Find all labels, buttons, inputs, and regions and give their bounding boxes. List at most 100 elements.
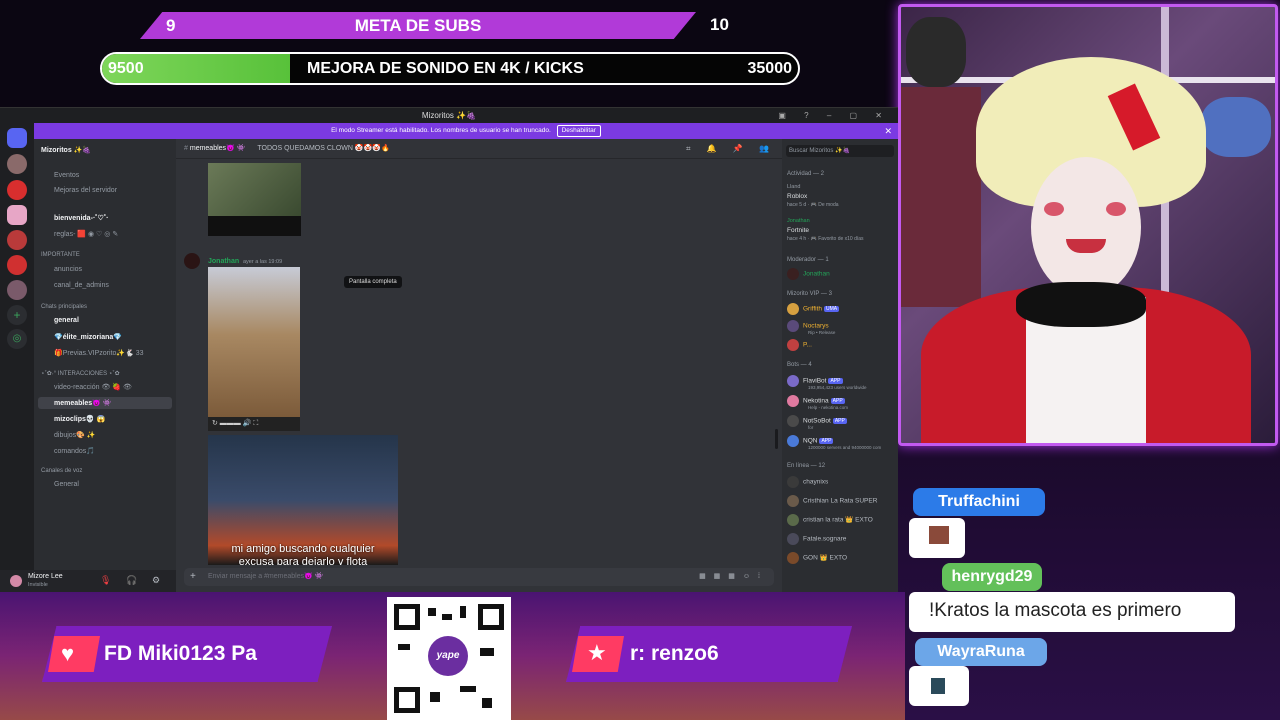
yape-logo: yape [428, 636, 468, 676]
fullscreen-tooltip: Pantalla completa [344, 276, 402, 288]
add-attachment-icon[interactable]: + [190, 568, 196, 586]
events-link[interactable]: Eventos [54, 172, 79, 179]
bot-item[interactable]: NotSoBot APP [787, 415, 847, 427]
close-icon[interactable]: ✕ [884, 123, 892, 139]
subs-goal-title: META DE SUBS [354, 16, 482, 35]
app-tag: APP [830, 398, 845, 404]
chat-username: WayraRuna [915, 638, 1047, 666]
member-name: cristian la rata 👑 EXTO [803, 516, 873, 524]
search-input[interactable]: Buscar Mizoritos ✨🍇 [786, 145, 894, 157]
server-name[interactable]: Mizoritos ✨🍇 [41, 146, 91, 154]
channel-item[interactable]: reglas- 🟥 ◉ ♡ ◎ ✎ [54, 230, 118, 238]
member-item[interactable]: Griffith UMA [787, 303, 840, 315]
video-attachment-2[interactable]: mi amigo buscando cualquier excusa para … [208, 435, 398, 565]
video-controls[interactable]: ↻ ▬▬▬ 🔊 ⛶ [208, 417, 300, 431]
streamer-mode-banner: El modo Streamer está habilitado. Los no… [34, 123, 898, 139]
member-item[interactable]: Fatale.sognare [787, 533, 846, 545]
message-author[interactable]: Jonathan [208, 258, 239, 265]
member-item[interactable]: Cristhian La Rata SUPER [787, 495, 877, 507]
ticker-text: r: renzo6 [630, 642, 719, 665]
channel-header: # memeables😈 👾 TODOS QUEDAMOS CLOWN 🤡🤡🤡🔥… [176, 139, 782, 159]
member-item[interactable]: cristian la rata 👑 EXTO [787, 514, 873, 526]
member-category: Actividad — 2 [787, 171, 825, 177]
member-name: GON 👑 EXTO [803, 554, 848, 562]
chat-message-emote [909, 518, 965, 558]
member-activity: hace 4 h · 🎮 Favorito de x10 días [787, 236, 864, 242]
avatar[interactable] [184, 253, 200, 269]
channel-item[interactable]: video-reacción 👁 🍓 👁 [54, 383, 132, 391]
input-placeholder: Enviar mensaje a #memeables😈 👾 [208, 573, 324, 580]
kicks-goal-title: MEJORA DE SONIDO EN 4K / KICKS [307, 60, 584, 77]
channel-topic[interactable]: TODOS QUEDAMOS CLOWN 🤡🤡🤡🔥 [257, 145, 389, 152]
headphones-icon[interactable]: 🎧 [126, 575, 137, 586]
category-label[interactable]: Canales de voz [41, 468, 82, 474]
channel-item[interactable]: bienvenida-‧˚♡˚‧ [54, 214, 108, 222]
server-icon[interactable] [7, 205, 27, 225]
member-item[interactable]: P... [787, 339, 812, 351]
member-name: Nekotina [803, 397, 829, 405]
member-list: Buscar Mizoritos ✨🍇 Actividad — 2 Lland … [782, 139, 898, 592]
channel-item[interactable]: comandos🎵 [54, 447, 95, 455]
explore-icon[interactable]: ◎ [7, 329, 27, 349]
channel-item-active[interactable]: memeables😈 👾 [54, 399, 112, 407]
scrollbar[interactable] [775, 429, 778, 449]
voice-channel-item[interactable]: General [54, 481, 79, 488]
app-tag: APP [828, 378, 843, 384]
mute-icon[interactable]: 🎙 [100, 575, 111, 586]
channel-item[interactable]: 🎁Previas.VIPzorito✨🐇 33 [54, 349, 144, 357]
channel-item[interactable]: general [54, 317, 79, 324]
bot-status: 1200000 servers and 94000000 com [808, 445, 882, 450]
input-toolbar-icons[interactable]: ▦▦▦☺⁞ [699, 568, 768, 586]
member-game: Fortnite [787, 227, 810, 234]
avatar[interactable] [10, 575, 22, 587]
member-name: Fatale.sognare [803, 535, 847, 543]
category-label[interactable]: Chats principales [41, 304, 87, 310]
kicks-goal-current: 9500 [108, 60, 144, 77]
member-item[interactable]: GON 👑 EXTO [787, 552, 847, 564]
member-name[interactable]: Jonathan [787, 218, 810, 224]
member-status: Rip • Release [808, 330, 836, 335]
message-input[interactable]: + Enviar mensaje a #memeables😈 👾 ▦▦▦☺⁞ [184, 568, 774, 586]
category-label[interactable]: IMPORTANTE [41, 252, 80, 258]
member-item[interactable]: chaynixs [787, 476, 828, 488]
channel-sidebar: Mizoritos ✨🍇 Eventos Mejoras del servido… [34, 139, 176, 570]
member-name[interactable]: Lland [787, 184, 800, 190]
server-list: + ◎ [0, 123, 34, 570]
boost-link[interactable]: Mejoras del servidor [54, 187, 117, 194]
video-attachment[interactable] [208, 267, 300, 417]
user-panel: Mizore Lee Invisible 🎙 🎧 ⚙ [0, 570, 176, 592]
server-icon[interactable] [7, 154, 27, 174]
member-tag: UMA [824, 306, 840, 312]
heart-glyph: ♥ [61, 641, 75, 666]
member-name: P... [803, 341, 812, 349]
member-name: Griffith [803, 305, 823, 313]
channel-item[interactable]: mizoclips💀 😱 [54, 415, 105, 423]
server-icon[interactable] [7, 230, 27, 250]
server-icon[interactable] [7, 255, 27, 275]
chat-message-emote [909, 666, 969, 706]
ticker-text: FD Miki0123 Pa [104, 642, 257, 665]
channel-item[interactable]: canal_de_admins [54, 282, 109, 289]
channel-item[interactable]: dibujos🎨 ✨ [54, 431, 96, 439]
gear-icon[interactable]: ⚙ [152, 575, 160, 586]
add-server-icon[interactable]: + [7, 305, 27, 325]
category-label[interactable]: ⋆˚✿˖° INTERACCIONES ⋆˚✿ [41, 370, 120, 377]
kicks-goal-bar: 9500 MEJORA DE SONIDO EN 4K / KICKS 3500… [100, 52, 800, 85]
disable-streamer-button[interactable]: Deshabilitar [556, 125, 601, 137]
member-name: NQN [803, 437, 818, 445]
server-icon[interactable] [7, 280, 27, 300]
member-item[interactable]: Jonathan [787, 268, 830, 280]
server-icon[interactable] [7, 180, 27, 200]
member-game: Roblox [787, 193, 808, 200]
bot-status: for [808, 425, 814, 430]
window-controls[interactable]: ▣ ? – ▢ ✕ [778, 108, 890, 123]
channel-item[interactable]: 💎élite_mizoriana💎 [54, 333, 122, 341]
subs-goal-bar: 9 META DE SUBS [140, 12, 696, 39]
discord-home-icon[interactable] [7, 128, 27, 148]
meme-image[interactable] [208, 163, 301, 216]
channel-item[interactable]: anuncios [54, 266, 82, 273]
header-icons[interactable]: ⌗ 🔔 📌 👥 [686, 139, 776, 159]
stream-overlay: 9 META DE SUBS 10 9500 MEJORA DE SONIDO … [0, 0, 1280, 720]
kicks-goal-target: 35000 [747, 60, 793, 77]
channel-title: memeables😈 👾 [189, 145, 246, 152]
